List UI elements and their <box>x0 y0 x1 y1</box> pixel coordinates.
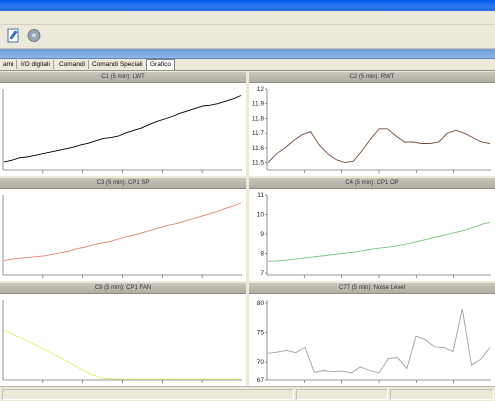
status-cell <box>390 389 494 400</box>
chart-panel-noise-level: C77 (5 min): Noise Level 80 75 70 67 <box>249 283 495 386</box>
chart-panel-lwt: C1 (5 min): LWT <box>0 72 246 176</box>
status-cell <box>296 389 388 400</box>
chart-panel-cp1-fan: C9 (5 min): CP1 FAN <box>0 283 246 386</box>
y-tick-label: 11 <box>257 192 264 199</box>
y-tick-label: 70 <box>257 359 265 366</box>
chart-svg: 80 75 70 67 <box>257 300 491 384</box>
menu-bar <box>0 11 495 25</box>
chart-area: 80 75 70 67 <box>249 294 495 386</box>
y-tick-label: 11.9 <box>252 101 265 108</box>
chart-area: 11 10 9 8 7 <box>249 189 495 281</box>
series-line <box>267 221 491 262</box>
series-line <box>3 95 242 163</box>
chart-area <box>0 294 246 386</box>
series-line <box>3 329 241 380</box>
y-tick-label: 7 <box>260 270 264 277</box>
series-line <box>3 202 242 262</box>
y-tick-label: 11.7 <box>252 130 265 137</box>
chart-title: C1 (5 min): LWT <box>0 72 246 83</box>
tab-comandi[interactable]: Comandi <box>56 60 90 69</box>
y-tick-label: 80 <box>257 300 265 307</box>
chart-svg: 11 10 9 8 7 <box>257 192 491 278</box>
y-tick-label: 9 <box>260 231 264 238</box>
chart-title: C9 (5 min): CP1 FAN <box>0 283 246 294</box>
tab-comandi-speciali[interactable]: Comandi Speciali <box>89 60 147 69</box>
series-line <box>267 128 491 164</box>
y-tick-label: 67 <box>257 377 265 384</box>
chart-area <box>0 189 246 281</box>
disk-drive-icon[interactable] <box>27 28 41 43</box>
chart-area <box>0 83 246 176</box>
chart-svg <box>2 300 242 383</box>
chart-panel-cp1-sp: C3 (5 min): CP1 SP <box>0 178 246 281</box>
chart-title: C77 (5 min): Noise Level <box>249 283 495 294</box>
chart-title: C4 (5 min): CP1 OP <box>249 178 495 189</box>
chart-svg <box>2 89 242 173</box>
y-tick-label: 12 <box>257 86 265 93</box>
tab-bar: ami I/O digitali Comandi Comandi Special… <box>0 59 495 71</box>
chart-svg <box>2 195 242 278</box>
y-tick-label: 75 <box>257 330 265 337</box>
chart-title: C2 (5 min): RWT <box>249 72 495 83</box>
window-title-bar <box>0 0 495 11</box>
y-tick-label: 11.8 <box>252 115 265 122</box>
tab-strip-band <box>0 49 495 59</box>
y-tick-label: 8 <box>260 251 264 258</box>
y-tick-label: 10 <box>257 212 265 219</box>
tab-io-digitali[interactable]: I/O digitali <box>18 60 54 69</box>
edit-document-icon[interactable] <box>6 28 20 43</box>
chart-svg: 12 11.9 11.8 11.7 11.6 11.5 <box>252 86 491 173</box>
tab-grafico[interactable]: Grafico <box>146 59 175 70</box>
chart-grid: C1 (5 min): LWT C2 (5 min): RWT 12 11.9 11… <box>0 71 495 386</box>
tab-ami[interactable]: ami <box>0 60 18 69</box>
chart-panel-rwt: C2 (5 min): RWT 12 11.9 11.8 11.7 11.6 11.5 <box>249 72 495 176</box>
status-cell <box>2 389 294 400</box>
status-bar <box>0 386 495 401</box>
y-tick-label: 11.5 <box>252 160 265 167</box>
y-tick-label: 11.6 <box>252 145 265 152</box>
chart-title: C3 (5 min): CP1 SP <box>0 178 246 189</box>
series-line <box>267 308 491 374</box>
toolbar <box>0 25 495 49</box>
chart-panel-cp1-op: C4 (5 min): CP1 OP 11 10 9 8 7 <box>249 178 495 281</box>
chart-area: 12 11.9 11.8 11.7 11.6 11.5 <box>249 83 495 176</box>
